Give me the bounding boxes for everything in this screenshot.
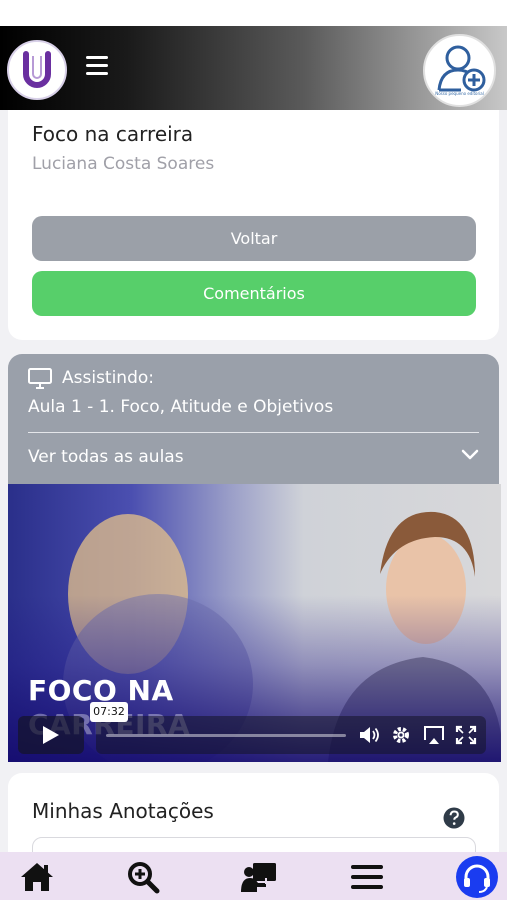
bottom-navigation	[0, 852, 507, 900]
headset-icon	[464, 864, 490, 893]
airplay-icon[interactable]	[423, 725, 445, 745]
hamburger-menu-icon[interactable]	[86, 56, 108, 76]
play-icon	[43, 726, 59, 744]
avatar-caption: Nosso pequeno editorial	[435, 91, 484, 96]
divider	[28, 432, 479, 433]
lesson-selector-panel: Assistindo: Aula 1 - 1. Foco, Atitude e …	[8, 354, 499, 484]
course-title: Foco na carreira	[32, 122, 194, 146]
current-lesson-title: Aula 1 - 1. Foco, Atitude e Objetivos	[28, 397, 334, 417]
support-chat-button[interactable]	[456, 856, 498, 898]
monitor-icon	[28, 368, 52, 389]
logo-u-icon	[11, 44, 63, 96]
zoom-in-icon[interactable]	[124, 858, 162, 896]
hover-time-tooltip: 07:32	[90, 702, 128, 722]
course-author: Luciana Costa Soares	[32, 154, 215, 174]
volume-icon[interactable]	[358, 725, 380, 745]
chevron-down-icon[interactable]	[461, 448, 479, 462]
help-icon[interactable]	[443, 807, 465, 829]
top-app-bar: Nosso pequeno editorial	[0, 26, 507, 110]
progress-bar-container	[96, 716, 486, 754]
user-avatar[interactable]: Nosso pequeno editorial	[423, 34, 496, 107]
video-player[interactable]: FOCO NA CARREIRA	[8, 484, 501, 762]
all-lessons-toggle[interactable]: Ver todas as aulas	[28, 447, 184, 467]
video-controls	[18, 716, 491, 754]
menu-icon[interactable]	[348, 858, 386, 896]
notes-title: Minhas Anotações	[32, 799, 214, 823]
notes-card: Minhas Anotações	[8, 773, 499, 877]
settings-gear-icon[interactable]	[390, 725, 412, 745]
presentation-icon[interactable]	[240, 858, 278, 896]
status-bar	[0, 0, 507, 26]
add-user-icon	[437, 45, 486, 92]
course-info-card: Foco na carreira Luciana Costa Soares Vo…	[8, 110, 499, 340]
fullscreen-icon[interactable]	[455, 725, 477, 745]
app-logo[interactable]	[7, 40, 67, 100]
comments-button[interactable]: Comentários	[32, 271, 476, 316]
progress-track[interactable]	[106, 734, 346, 737]
watching-label: Assistindo:	[62, 368, 155, 388]
play-button[interactable]	[18, 716, 84, 754]
home-icon[interactable]	[18, 858, 56, 896]
back-button[interactable]: Voltar	[32, 216, 476, 261]
